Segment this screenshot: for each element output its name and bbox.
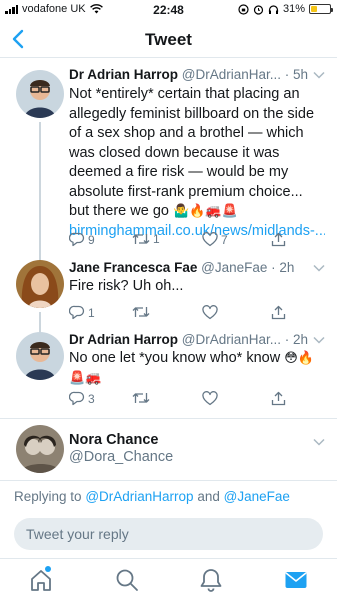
replying-prefix: Replying to	[14, 489, 82, 504]
reply-count: 3	[88, 391, 95, 406]
tweet-text: No one let *you know who* know 😳🔥🚨🚒	[69, 349, 325, 388]
user-handle[interactable]: @Dora_Chance	[69, 449, 173, 465]
reply-count: 1	[88, 305, 95, 320]
tweet[interactable]: Dr Adrian Harrop @DrAdrianHar... · 5h No…	[0, 58, 337, 258]
share-button[interactable]	[271, 305, 286, 320]
reply-icon	[69, 305, 85, 320]
replying-conjunction: and	[197, 489, 220, 504]
avatar[interactable]	[16, 260, 64, 308]
orientation-lock-icon	[238, 3, 249, 15]
messages-icon[interactable]	[283, 567, 309, 593]
reply-icon	[69, 391, 85, 406]
tweet-time: · 2h	[271, 260, 295, 275]
search-icon[interactable]	[114, 567, 140, 593]
replying-to: Replying to @DrAdrianHarrop and @JaneFae	[14, 489, 290, 504]
status-bar: vodafone UK 22:48 31%	[0, 0, 337, 20]
like-button[interactable]	[202, 305, 218, 320]
battery-percent: 31%	[282, 3, 305, 15]
page-title: Tweet	[145, 30, 192, 49]
reply-button[interactable]: 9	[69, 232, 95, 247]
heart-icon	[202, 232, 218, 247]
user-row[interactable]: Nora Chance @Dora_Chance	[0, 419, 337, 483]
heart-icon	[202, 391, 218, 406]
tweet-time: · 2h	[284, 332, 309, 347]
divider	[0, 480, 337, 481]
chevron-down-icon[interactable]	[313, 264, 325, 272]
avatar[interactable]	[16, 70, 64, 118]
chevron-down-icon[interactable]	[313, 71, 325, 79]
avatar[interactable]	[16, 425, 64, 473]
thread-line	[39, 312, 41, 332]
user-name[interactable]: Nora Chance	[69, 432, 158, 448]
tweet[interactable]: Jane Francesca Fae @JaneFae · 2h Fire ri…	[0, 258, 337, 332]
share-icon	[271, 391, 286, 406]
chevron-down-icon[interactable]	[313, 438, 325, 446]
share-icon	[271, 232, 286, 247]
chevron-down-icon[interactable]	[313, 336, 325, 344]
heart-icon	[202, 305, 218, 320]
retweet-button[interactable]	[132, 391, 150, 405]
user-handle-row: @Dora_Chance	[69, 449, 327, 465]
like-button[interactable]: 7	[202, 232, 228, 247]
author-handle[interactable]: @DrAdrianHar...	[182, 332, 281, 347]
reply-button[interactable]: 3	[69, 391, 95, 406]
new-content-dot	[45, 566, 51, 572]
author-name[interactable]: Jane Francesca Fae	[69, 260, 197, 275]
retweet-icon	[132, 393, 150, 403]
share-button[interactable]	[271, 391, 286, 406]
avatar[interactable]	[16, 332, 64, 380]
reply-count: 9	[88, 232, 95, 247]
tweet-text: Fire risk? Uh oh...	[69, 277, 325, 297]
reply-button[interactable]: 1	[69, 305, 95, 320]
tab-bar	[0, 558, 337, 600]
nav-bar: Tweet	[0, 20, 337, 58]
tweet-actions: 9 1 7	[69, 232, 299, 250]
author-name[interactable]: Dr Adrian Harrop	[69, 67, 178, 82]
tweet[interactable]: Dr Adrian Harrop @DrAdrianHar... · 2h No…	[0, 332, 337, 418]
retweet-button[interactable]: 1	[132, 232, 160, 246]
thread-line	[39, 122, 41, 258]
retweet-button[interactable]	[132, 305, 150, 319]
mention-link[interactable]: @JaneFae	[224, 489, 290, 504]
alarm-icon	[253, 4, 264, 15]
author-name[interactable]: Dr Adrian Harrop	[69, 332, 178, 347]
reply-input[interactable]: Tweet your reply	[14, 518, 323, 550]
tweet-header: Jane Francesca Fae @JaneFae · 2h	[69, 260, 327, 275]
tweet-text-content: Not *entirely* certain that placing an a…	[69, 86, 315, 219]
user-header: Nora Chance	[69, 432, 327, 448]
tweet-actions: 3	[69, 391, 299, 409]
author-handle[interactable]: @JaneFae	[201, 260, 267, 275]
tweet-header: Dr Adrian Harrop @DrAdrianHar... · 2h	[69, 332, 327, 347]
like-button[interactable]	[202, 391, 218, 406]
like-count: 7	[221, 232, 228, 247]
reply-icon	[69, 232, 85, 247]
tweet-header: Dr Adrian Harrop @DrAdrianHar... · 5h	[69, 67, 327, 82]
author-handle[interactable]: @DrAdrianHar...	[182, 67, 281, 82]
tweet-text-content: No one let *you know who* know	[69, 350, 281, 366]
retweet-count: 1	[153, 232, 160, 246]
share-icon	[271, 305, 286, 320]
notifications-icon[interactable]	[198, 567, 224, 593]
headphones-icon	[268, 4, 279, 14]
status-right: 31%	[238, 3, 333, 15]
tweet-text: Not *entirely* certain that placing an a…	[69, 85, 325, 241]
battery-icon	[309, 4, 333, 14]
retweet-icon	[132, 307, 150, 317]
retweet-icon	[132, 234, 150, 244]
share-button[interactable]	[271, 232, 286, 247]
tweet-actions: 1	[69, 305, 299, 323]
mention-link[interactable]: @DrAdrianHarrop	[85, 489, 193, 504]
tweet-time: · 5h	[284, 67, 309, 82]
tweet-emojis: 🤷‍♂️🔥🚒🚨	[173, 204, 238, 219]
tweet-text-content: Fire risk? Uh oh...	[69, 278, 184, 294]
